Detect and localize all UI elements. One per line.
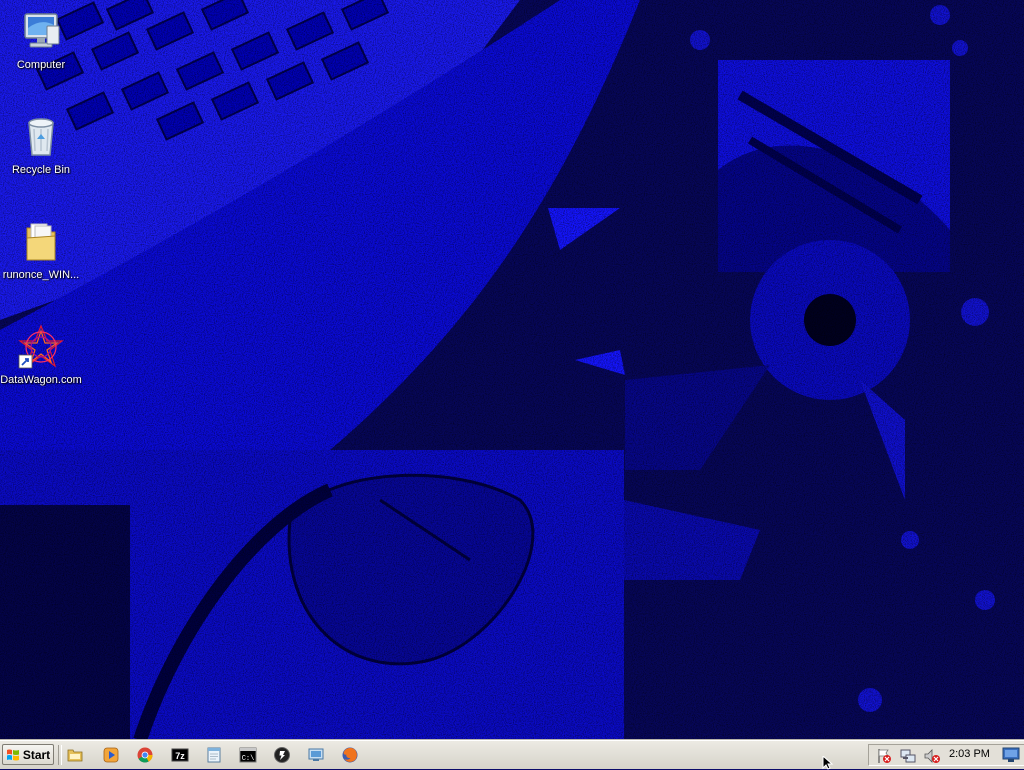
desktop-icon-label: Recycle Bin <box>11 164 71 176</box>
quick-launch-notepad[interactable] <box>201 744 227 766</box>
recycle-bin-icon <box>28 118 54 156</box>
quick-launch-explorer[interactable] <box>62 744 88 766</box>
desktop-icon-recycle-bin[interactable]: Recycle Bin <box>0 113 82 176</box>
file-explorer-icon <box>67 749 83 762</box>
system-tray: 2:03 PM <box>868 744 1024 766</box>
command-prompt-icon: C:\ <box>239 747 257 763</box>
7zip-text: 7z <box>175 751 185 761</box>
windows-logo-icon <box>6 749 19 760</box>
desktop-icon-label: runonce_WIN... <box>2 269 80 281</box>
desktop-icon-runonce-folder[interactable]: runonce_WIN... <box>0 218 82 281</box>
quick-launch-chrome[interactable] <box>132 744 158 766</box>
folder-icon <box>26 223 56 261</box>
notepad-icon <box>207 747 221 763</box>
action-center-flag-icon[interactable] <box>875 747 893 765</box>
start-label: Start <box>22 747 51 762</box>
app-icon <box>274 747 290 763</box>
datawagon-shortcut-icon <box>18 324 64 369</box>
volume-muted-icon[interactable] <box>923 747 941 765</box>
quick-launch-cmd[interactable]: C:\ <box>235 744 261 766</box>
quick-launch-remote-desktop[interactable] <box>303 744 329 766</box>
desktop-icon-label: Computer <box>16 59 66 71</box>
show-desktop-icon[interactable] <box>1002 747 1020 763</box>
start-button[interactable]: Start <box>2 744 54 765</box>
quick-launch-media-player[interactable] <box>98 744 124 766</box>
quick-launch-app[interactable] <box>269 744 295 766</box>
system-clock[interactable]: 2:03 PM <box>949 748 990 760</box>
computer-icon <box>24 13 60 48</box>
desktop-icon-datawagon[interactable]: DataWagon.com <box>0 323 82 386</box>
network-icon[interactable] <box>899 747 917 765</box>
desktop-icon-computer[interactable]: Computer <box>0 8 82 71</box>
7zip-icon: 7z <box>171 748 189 762</box>
firefox-icon <box>342 747 358 763</box>
taskbar: Start 7z C:\ 2:03 PM <box>0 740 1024 769</box>
chrome-icon <box>137 747 153 763</box>
remote-desktop-icon <box>308 748 324 761</box>
desktop-icon-label: DataWagon.com <box>0 374 82 386</box>
cmd-text: C:\ <box>242 755 255 763</box>
desktop-wallpaper <box>0 0 1024 740</box>
quick-launch-firefox[interactable] <box>337 744 363 766</box>
media-player-icon <box>103 747 119 763</box>
quick-launch-7zip[interactable]: 7z <box>167 744 193 766</box>
